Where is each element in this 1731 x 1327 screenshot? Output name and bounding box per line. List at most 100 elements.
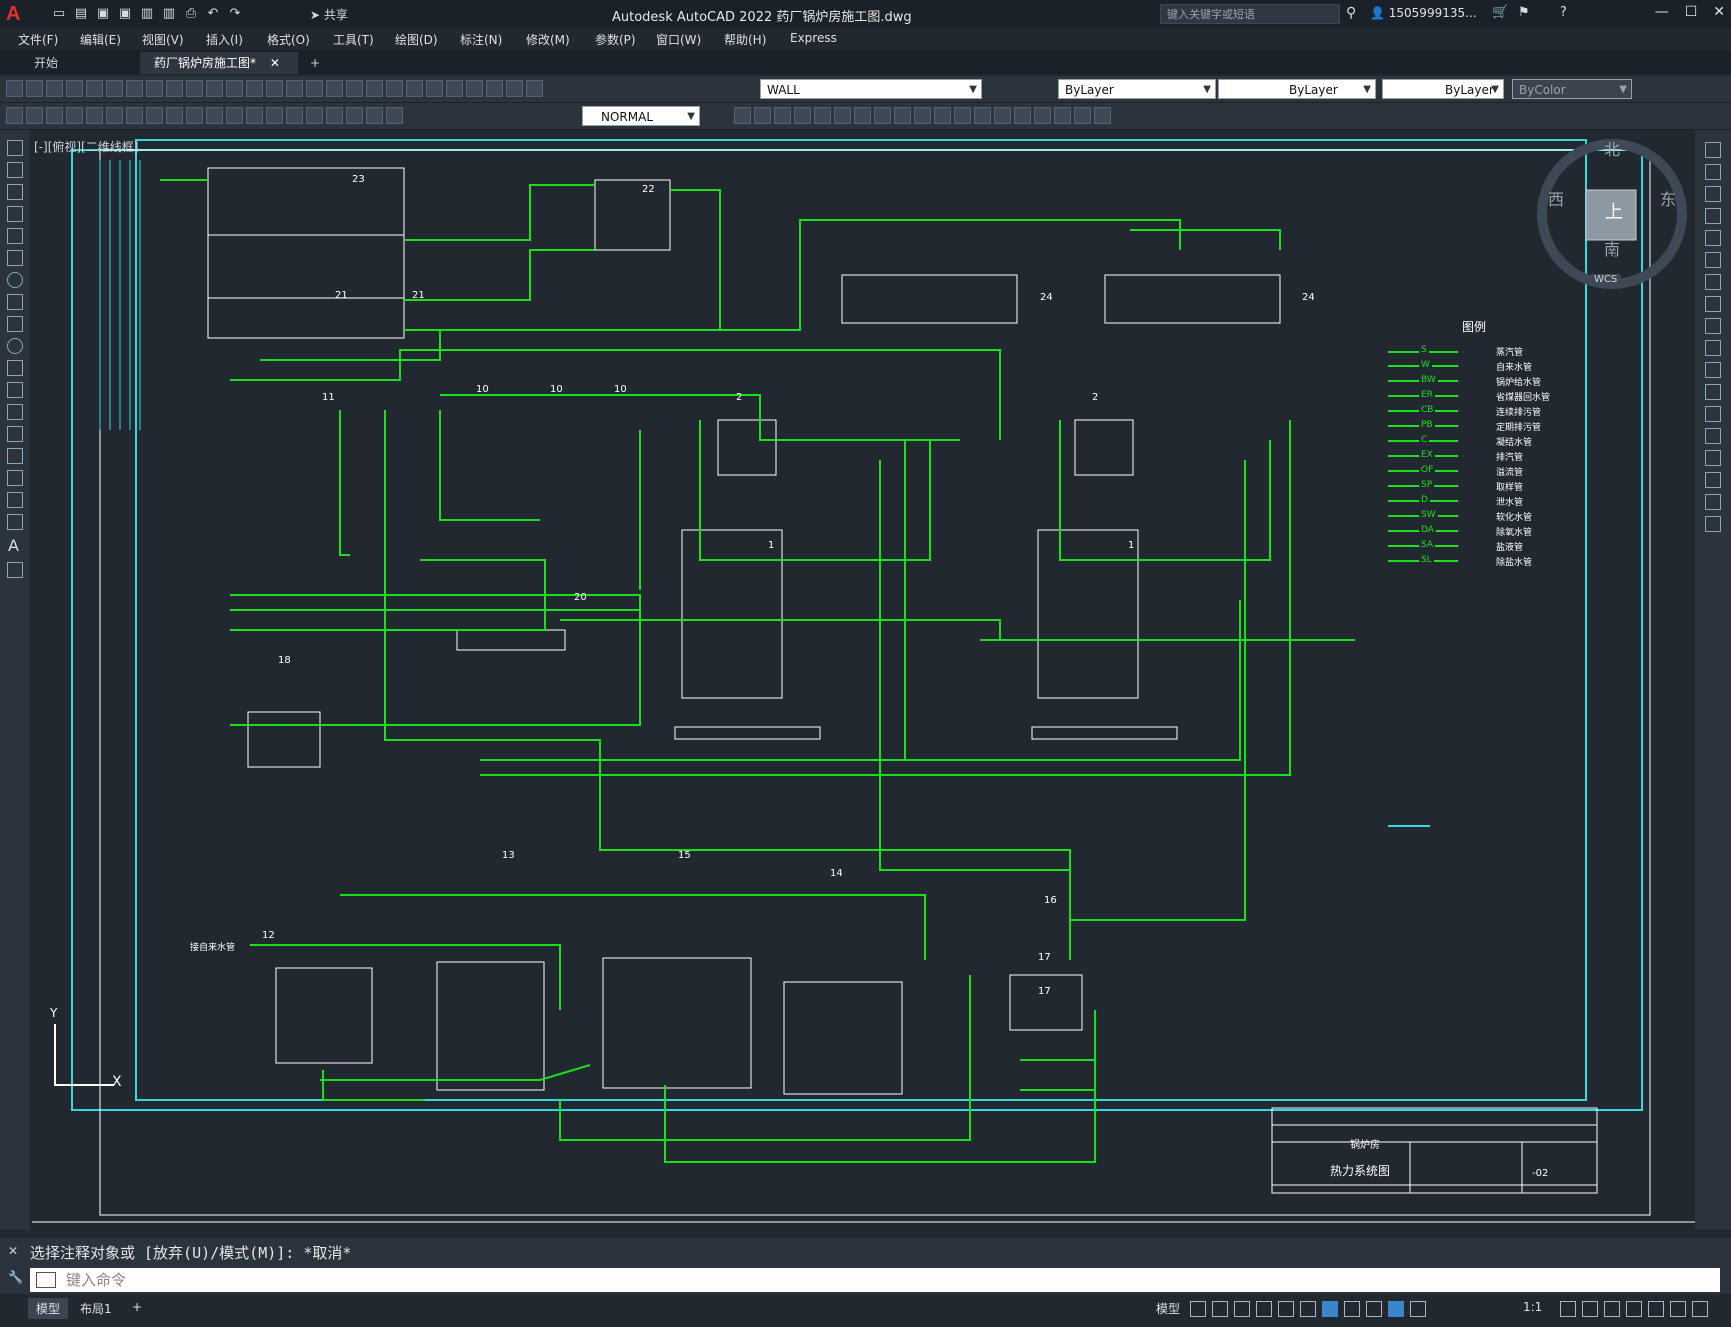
dim-radius-icon[interactable] — [86, 107, 103, 124]
customize-icon[interactable]: 🔧 — [8, 1270, 23, 1284]
help-icon-2[interactable] — [446, 80, 463, 97]
break-point-icon-r[interactable] — [1705, 384, 1721, 400]
dim-linear-icon[interactable] — [6, 107, 23, 124]
drawing-canvas[interactable]: 图例 S 蒸汽管 W 自来水管 BW 锅炉给水管 ER 省煤器回水管 CB 连续排污管 PB 定期排污… — [30, 130, 1695, 1230]
maximize-button[interactable]: ☐ — [1685, 4, 1698, 20]
drawing-svg[interactable] — [30, 130, 1695, 1230]
chamfer-icon-r[interactable] — [1705, 450, 1721, 466]
fillet-icon[interactable] — [994, 107, 1011, 124]
transparency-icon[interactable] — [1366, 1301, 1382, 1317]
erase-icon[interactable] — [1705, 142, 1721, 158]
menu-parametric[interactable]: 参数(P) — [595, 31, 636, 48]
dim-angular-icon[interactable] — [146, 107, 163, 124]
properties-icon[interactable] — [326, 80, 343, 97]
polar-icon[interactable] — [1256, 1301, 1272, 1317]
workspace-icon[interactable] — [1560, 1301, 1576, 1317]
tolerance-icon[interactable] — [266, 107, 283, 124]
annotation-visibility-icon[interactable] — [1388, 1301, 1404, 1317]
save-icon-2[interactable] — [46, 80, 63, 97]
plotstyle-select[interactable]: ByColor ▼ — [1512, 79, 1632, 99]
sun-icon[interactable] — [506, 80, 523, 97]
otrack-icon[interactable] — [1300, 1301, 1316, 1317]
menu-view[interactable]: 视图(V) — [142, 31, 184, 48]
snap-icon[interactable] — [1212, 1301, 1228, 1317]
cut-icon[interactable] — [126, 80, 143, 97]
copy-icon[interactable] — [146, 80, 163, 97]
save-as-icon[interactable]: ▣ — [116, 5, 134, 23]
menu-insert[interactable]: 插入(I) — [206, 31, 243, 48]
color-select[interactable]: ByLayer ▼ — [1058, 79, 1216, 99]
close-button[interactable]: ✕ — [1713, 4, 1725, 20]
publish-icon[interactable] — [106, 80, 123, 97]
design-center-icon[interactable] — [346, 80, 363, 97]
minimize-button[interactable]: — — [1655, 4, 1669, 20]
copy-icon-r[interactable] — [1705, 164, 1721, 180]
save-icon[interactable]: ▣ — [94, 5, 112, 23]
gradient-icon[interactable] — [7, 470, 23, 486]
mtext-icon[interactable]: A — [8, 536, 19, 555]
dim-aligned-icon[interactable] — [26, 107, 43, 124]
paste-icon[interactable] — [166, 80, 183, 97]
menu-draw[interactable]: 绘图(D) — [395, 31, 438, 48]
jogged-linear-icon[interactable] — [326, 107, 343, 124]
redo-icon-2[interactable] — [226, 80, 243, 97]
search-icon[interactable]: ⚲ — [1346, 5, 1356, 21]
viewport-controls[interactable]: [-][俯视][二维线框] — [34, 138, 138, 155]
isodraft-icon[interactable] — [1278, 1301, 1294, 1317]
dim-break-icon[interactable] — [246, 107, 263, 124]
insert-block-icon[interactable] — [7, 382, 23, 398]
scale-icon[interactable] — [854, 107, 871, 124]
menu-express[interactable]: Express — [790, 31, 837, 45]
pan-icon[interactable] — [246, 80, 263, 97]
line-icon[interactable] — [7, 140, 23, 156]
region-icon[interactable] — [7, 492, 23, 508]
stretch-icon-r[interactable] — [1705, 318, 1721, 334]
mirror-icon[interactable] — [754, 107, 771, 124]
layer-manager-icon[interactable] — [466, 80, 483, 97]
clean-screen-icon[interactable] — [1670, 1301, 1686, 1317]
match-icon[interactable] — [186, 80, 203, 97]
undo-icon[interactable]: ↶ — [204, 5, 222, 23]
osnap-icon[interactable] — [1322, 1301, 1338, 1317]
array-icon-r[interactable] — [1705, 230, 1721, 246]
quick-props-icon[interactable] — [1604, 1301, 1620, 1317]
dim-baseline-icon[interactable] — [186, 107, 203, 124]
rotate-icon-r[interactable] — [1705, 274, 1721, 290]
spline-icon[interactable] — [7, 316, 23, 332]
menu-modify[interactable]: 修改(M) — [526, 31, 570, 48]
units-icon[interactable] — [1582, 1301, 1598, 1317]
new-icon[interactable] — [6, 80, 23, 97]
blend-icon-r[interactable] — [1705, 494, 1721, 510]
ellipse-icon[interactable] — [7, 338, 23, 354]
hardware-accel-icon[interactable] — [1648, 1301, 1664, 1317]
dim-ordinate-icon[interactable] — [66, 107, 83, 124]
attribute-icon[interactable] — [1074, 107, 1091, 124]
text-style-select[interactable]: NORMAL ▼ — [582, 106, 700, 126]
block-icon[interactable] — [1034, 107, 1051, 124]
redo-icon[interactable]: ↷ — [226, 5, 244, 23]
plot-icon-2[interactable] — [66, 80, 83, 97]
grid-icon[interactable] — [1190, 1301, 1206, 1317]
calculator-icon[interactable] — [426, 80, 443, 97]
join-icon[interactable] — [954, 107, 971, 124]
inspect-icon[interactable] — [306, 107, 323, 124]
menu-file[interactable]: 文件(F) — [18, 31, 58, 48]
tab-model[interactable]: 模型 — [28, 1298, 69, 1319]
help-icon[interactable]: ? — [1560, 5, 1567, 20]
tab-start[interactable]: 开始 — [20, 52, 72, 74]
plot-icon[interactable]: ⎙ — [182, 5, 200, 23]
rotate-icon[interactable] — [834, 107, 851, 124]
share-button[interactable]: ➤ 共享 — [310, 6, 348, 23]
dim-continue-icon[interactable] — [206, 107, 223, 124]
point-icon[interactable] — [7, 426, 23, 442]
zoom-icon[interactable] — [266, 80, 283, 97]
save-web-icon[interactable]: ▥ — [160, 5, 178, 23]
arc-icon[interactable] — [7, 250, 23, 266]
menu-tools[interactable]: 工具(T) — [333, 31, 374, 48]
explode-icon-r[interactable] — [1705, 516, 1721, 532]
dim-space-icon[interactable] — [226, 107, 243, 124]
bulb-icon[interactable] — [486, 80, 503, 97]
extend-icon-r[interactable] — [1705, 362, 1721, 378]
open-web-icon[interactable]: ▥ — [138, 5, 156, 23]
hatch-icon[interactable] — [1094, 107, 1111, 124]
